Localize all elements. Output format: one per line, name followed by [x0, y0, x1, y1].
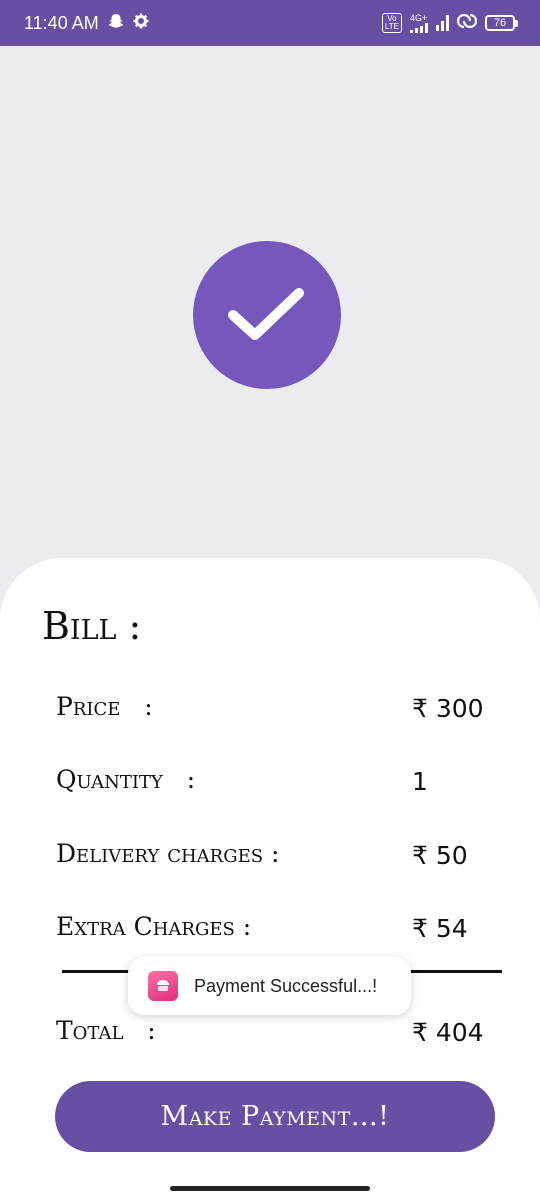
- total-divider-right: [408, 970, 502, 973]
- signal-bars: [436, 15, 449, 31]
- payment-toast: Payment Successful...!: [128, 957, 411, 1015]
- delivery-charges-label: Delivery charges :: [56, 839, 280, 868]
- extra-charges-value: ₹ 54: [412, 914, 468, 943]
- check-icon: [228, 288, 304, 340]
- total-value: ₹ 404: [412, 1018, 484, 1047]
- signal-icon: [410, 22, 428, 33]
- total-divider-left: [62, 970, 132, 973]
- total-label: Total :: [56, 1016, 156, 1045]
- extra-charges-label: Extra Charges :: [56, 912, 252, 941]
- volte-icon: Vo LTE: [381, 13, 402, 33]
- network-indicator: 4G+: [410, 12, 428, 33]
- hotspot-icon: [456, 12, 478, 35]
- toast-message: Payment Successful...!: [194, 975, 378, 996]
- volte-bottom-label: LTE: [384, 22, 399, 31]
- quantity-label: Quantity :: [56, 765, 196, 794]
- make-payment-button[interactable]: Make Payment...!: [55, 1081, 495, 1152]
- quantity-value: 1: [412, 767, 428, 796]
- clock: 11:40 AM: [24, 12, 99, 33]
- network-type: 4G+: [410, 12, 428, 23]
- delivery-charges-value: ₹ 50: [412, 841, 468, 870]
- battery-level: 76: [485, 15, 515, 31]
- bill-title: Bill :: [42, 604, 142, 648]
- status-right: Vo LTE 4G+ 76: [381, 12, 518, 35]
- success-check-circle: [193, 241, 341, 389]
- home-indicator[interactable]: [170, 1186, 370, 1191]
- status-bar: 11:40 AM Vo LTE 4G+ 76: [0, 0, 540, 46]
- battery-icon: 76: [485, 15, 518, 31]
- status-left: 11:40 AM: [24, 12, 149, 35]
- price-value: ₹ 300: [412, 694, 484, 723]
- gear-icon: [133, 13, 149, 34]
- cakes-app-icon: [148, 971, 178, 1001]
- price-label: Price :: [56, 692, 153, 721]
- snapchat-icon: [107, 12, 125, 35]
